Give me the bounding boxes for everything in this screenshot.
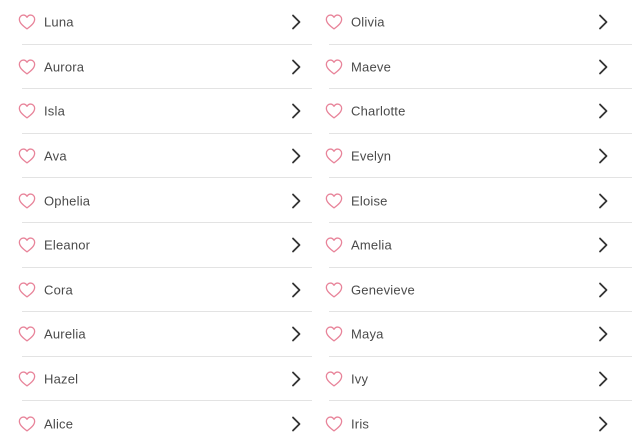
name-row[interactable]: Amelia [307,223,640,268]
name-label: Aurelia [44,326,86,342]
name-label: Ophelia [44,193,91,209]
name-row[interactable]: Eleanor [0,223,320,268]
name-label: Ivy [351,371,369,387]
chevron-right-icon[interactable] [598,193,608,209]
heart-outline-icon[interactable] [325,59,343,75]
chevron-right-icon[interactable] [291,14,301,30]
heart-outline-icon[interactable] [18,326,36,343]
chevron-right-icon[interactable] [598,59,608,75]
name-row[interactable]: Charlotte [307,89,640,134]
name-row[interactable]: Olivia [307,0,640,45]
chevron-right-icon[interactable] [598,148,608,164]
name-row[interactable]: Maya [307,312,640,357]
name-label: Genevieve [351,282,415,298]
name-label: Hazel [44,371,79,387]
chevron-right-icon[interactable] [598,14,608,30]
name-row[interactable]: Aurora [0,45,320,90]
name-label: Iris [351,416,370,432]
name-row[interactable]: Evelyn [307,134,640,179]
name-label: Olivia [351,14,385,30]
chevron-right-icon[interactable] [291,103,301,119]
name-label: Maya [351,326,384,342]
chevron-right-icon[interactable] [598,237,608,253]
name-row[interactable]: Hazel [0,357,320,402]
heart-outline-icon[interactable] [325,148,343,164]
heart-outline-icon[interactable] [325,371,343,387]
name-label: Aurora [44,59,85,75]
name-row[interactable]: Luna [0,0,320,45]
name-row[interactable]: Alice [0,401,320,446]
heart-outline-icon[interactable] [325,193,343,209]
heart-outline-icon[interactable] [325,103,343,120]
name-label: Eloise [351,193,388,209]
heart-outline-icon[interactable] [325,416,343,432]
heart-outline-icon[interactable] [18,59,36,75]
name-label: Maeve [351,59,392,75]
chevron-right-icon[interactable] [598,371,608,387]
heart-outline-icon[interactable] [18,282,36,298]
chevron-right-icon[interactable] [291,326,301,342]
heart-outline-icon[interactable] [18,148,36,164]
heart-outline-icon[interactable] [18,193,36,209]
name-label: Charlotte [351,103,406,119]
name-label: Isla [44,103,66,119]
heart-outline-icon[interactable] [18,371,36,387]
name-label: Cora [44,282,73,298]
name-row[interactable]: Isla [0,89,320,134]
chevron-right-icon[interactable] [598,416,608,432]
heart-outline-icon[interactable] [18,416,36,432]
name-row[interactable]: Eloise [307,178,640,223]
name-row[interactable]: Genevieve [307,268,640,313]
heart-outline-icon[interactable] [325,326,343,343]
chevron-right-icon[interactable] [598,103,608,119]
name-label: Alice [44,416,74,432]
name-label: Evelyn [351,148,392,164]
chevron-right-icon[interactable] [598,326,608,342]
chevron-right-icon[interactable] [291,371,301,387]
heart-outline-icon[interactable] [325,237,343,253]
chevron-right-icon[interactable] [291,148,301,164]
name-row[interactable]: Ava [0,134,320,179]
chevron-right-icon[interactable] [291,282,301,298]
name-label: Ava [44,148,67,164]
names-column-right: Olivia Maeve Charlotte Evelyn Eloise Amelia Ge… [307,0,640,446]
chevron-right-icon[interactable] [598,282,608,298]
chevron-right-icon[interactable] [291,416,301,432]
heart-outline-icon[interactable] [18,237,36,253]
names-list: Luna Aurora Isla Ava Ophelia Eleanor Cora Aurel… [0,0,640,438]
heart-outline-icon[interactable] [18,14,36,30]
name-row[interactable]: Aurelia [0,312,320,357]
chevron-right-icon[interactable] [291,193,301,209]
name-row[interactable]: Ivy [307,357,640,402]
name-label: Eleanor [44,237,91,253]
names-column-left: Luna Aurora Isla Ava Ophelia Eleanor Cora Aurel… [0,0,320,446]
name-label: Luna [44,14,74,30]
heart-outline-icon[interactable] [325,14,343,30]
name-label: Amelia [351,237,392,253]
name-row[interactable]: Maeve [307,45,640,90]
heart-outline-icon[interactable] [325,282,343,298]
name-row[interactable]: Iris [307,401,640,446]
chevron-right-icon[interactable] [291,59,301,75]
name-row[interactable]: Ophelia [0,178,320,223]
name-row[interactable]: Cora [0,268,320,313]
chevron-right-icon[interactable] [291,237,301,253]
heart-outline-icon[interactable] [18,103,36,120]
